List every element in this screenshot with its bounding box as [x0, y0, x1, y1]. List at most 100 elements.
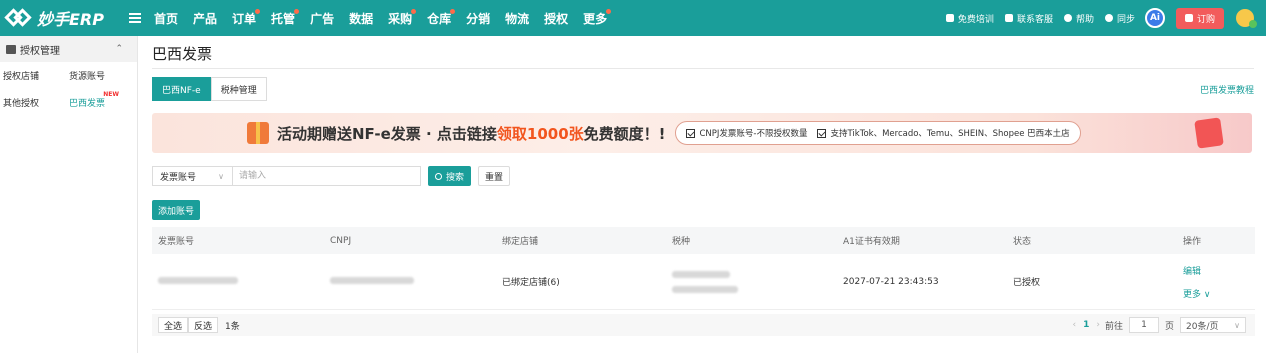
- nav-item[interactable]: 产品: [193, 10, 217, 27]
- nav-item-label: 首页: [154, 11, 179, 26]
- training-icon: [945, 14, 954, 22]
- search-field-select[interactable]: 发票账号 ∨: [152, 166, 232, 186]
- sidebar-item[interactable]: 授权店铺: [0, 69, 69, 82]
- more-dropdown[interactable]: 更多 ∨: [1183, 287, 1210, 300]
- user-avatar[interactable]: [1236, 9, 1257, 28]
- promo-banner[interactable]: 活动期赠送NF-e发票 · 点击链接领取1000张免费额度！! CNPJ发票账号…: [152, 113, 1252, 153]
- next-page-icon[interactable]: ›: [1096, 320, 1100, 330]
- page-title: 巴西发票: [152, 45, 213, 63]
- add-account-button[interactable]: 添加账号: [152, 200, 201, 220]
- sidebar-section-title: 授权管理: [20, 45, 60, 57]
- goto-label: 前往: [1104, 321, 1123, 332]
- goto-page-input[interactable]: 1: [1128, 317, 1159, 333]
- nav-item-label: 广告: [310, 11, 335, 26]
- nav-item-label: 仓库: [427, 11, 452, 26]
- invert-selection-button[interactable]: 反选: [188, 317, 219, 333]
- nav-item[interactable]: 广告: [310, 10, 334, 27]
- sync-label: 同步: [1116, 14, 1135, 25]
- notification-dot: [294, 8, 300, 14]
- nav-item[interactable]: 采购: [388, 8, 417, 27]
- new-badge: NEW: [103, 91, 120, 98]
- cell-bound-shops[interactable]: 已绑定店铺(6): [502, 275, 560, 288]
- edit-link[interactable]: 编辑: [1183, 264, 1210, 277]
- sidebar-item[interactable]: 货源账号: [69, 69, 105, 82]
- nav-item[interactable]: 仓库: [427, 8, 456, 27]
- sidebar-item[interactable]: 其他授权: [0, 96, 69, 109]
- sidebar-section-header[interactable]: 授权管理 ⌃: [0, 36, 137, 62]
- nav-item-label: 更多: [583, 11, 608, 26]
- nav-item-label: 产品: [193, 11, 218, 26]
- record-count: 1条: [225, 321, 240, 332]
- select-all-button[interactable]: 全选: [158, 317, 189, 333]
- top-right-tools: 免费培训 联系客服 帮助 同步 Ai 订购: [935, 0, 1257, 36]
- check-icon: [686, 128, 696, 138]
- support-label: 联系客服: [1016, 14, 1053, 25]
- notification-dot: [411, 8, 417, 14]
- sidebar-item[interactable]: 巴西发票 NEW: [69, 91, 119, 109]
- column-header: CNPJ: [330, 235, 352, 246]
- table-footer: 全选 反选 1条 ‹ 1 › 前往 1 页 20条/页 ∨: [152, 314, 1255, 336]
- nav-item[interactable]: 数据: [349, 10, 373, 27]
- reset-button[interactable]: 重置: [478, 166, 511, 186]
- nav-item-label: 托管: [271, 11, 296, 26]
- bag-icon: [1184, 14, 1193, 22]
- nav-item-label: 采购: [388, 11, 413, 26]
- chevron-down-icon: ∨: [1234, 320, 1240, 330]
- top-navbar: 妙手ERP 首页 产品 订单 托管 广告 数据 采购 仓库 分销 物流 授权 更多 免费培训 联系客服…: [0, 0, 1266, 36]
- nav-item-label: 授权: [544, 11, 569, 26]
- tab[interactable]: 巴西NF-e: [152, 77, 211, 101]
- nav-item[interactable]: 更多: [583, 8, 612, 27]
- search-button[interactable]: 搜索: [428, 166, 472, 186]
- nav-item[interactable]: 托管: [271, 8, 300, 27]
- nav-item[interactable]: 首页: [154, 10, 178, 27]
- column-header: 操作: [1183, 237, 1202, 247]
- page-unit-label: 页: [1164, 321, 1174, 332]
- logo-icon: [4, 7, 33, 29]
- chevron-down-icon: ∨: [1203, 289, 1211, 300]
- chevron-up-icon: ⌃: [115, 44, 123, 54]
- support-link[interactable]: 联系客服: [1004, 12, 1053, 25]
- column-header: 绑定店铺: [502, 237, 539, 247]
- tutorial-link[interactable]: 巴西发票教程: [1200, 83, 1254, 96]
- cell-actions: 编辑 更多 ∨: [1183, 264, 1210, 300]
- nav-item-label: 分销: [466, 11, 491, 26]
- tab-bar: 巴西NF-e 税种管理: [152, 77, 267, 101]
- sidebar-item-label: 货源账号: [69, 72, 106, 82]
- main-content: 巴西发票 巴西NF-e 税种管理 巴西发票教程 活动期赠送NF-e发票 · 点击链…: [138, 36, 1266, 353]
- free-training-link[interactable]: 免费培训: [945, 12, 994, 25]
- cell-invoice-account: [158, 276, 238, 287]
- banner-check-1: CNPJ发票账号-不限授权数量: [699, 129, 808, 139]
- help-label: 帮助: [1075, 14, 1094, 25]
- cell-cert-expiry: 2027-07-21 23:43:53: [843, 276, 939, 287]
- menu-icon[interactable]: [129, 13, 141, 23]
- cell-tax-type: [672, 270, 738, 293]
- nav-item[interactable]: 订单: [232, 8, 261, 27]
- nav-item[interactable]: 物流: [505, 10, 529, 27]
- cell-status: 已授权: [1013, 278, 1041, 288]
- banner-highlight: 领取1000张: [496, 124, 584, 143]
- app-logo[interactable]: 妙手ERP: [4, 6, 120, 30]
- banner-headline: 活动期赠送NF-e发票 · 点击链接领取1000张免费额度！!: [277, 123, 665, 144]
- ai-assistant-button[interactable]: Ai: [1144, 8, 1165, 28]
- sidebar-row: 授权店铺 货源账号: [0, 62, 137, 89]
- search-input[interactable]: [232, 166, 421, 186]
- nav-item[interactable]: 分销: [466, 10, 490, 27]
- banner-features: CNPJ发票账号-不限授权数量 支持TikTok、Mercado、Temu、SH…: [675, 121, 1081, 145]
- page-number[interactable]: 1: [1083, 320, 1089, 330]
- help-link[interactable]: 帮助: [1063, 12, 1094, 25]
- tab[interactable]: 税种管理: [210, 77, 267, 101]
- pagination: ‹ 1 › 前往 1 页 20条/页 ∨: [1072, 317, 1246, 333]
- order-button[interactable]: 订购: [1175, 7, 1224, 29]
- main-nav: 首页 产品 订单 托管 广告 数据 采购 仓库 分销 物流 授权 更多: [154, 0, 622, 36]
- nav-item-label: 订单: [232, 11, 257, 26]
- prev-page-icon[interactable]: ‹: [1072, 320, 1076, 330]
- invoice-decoration-icon: [1194, 117, 1224, 149]
- nav-item[interactable]: 授权: [544, 10, 568, 27]
- chevron-down-icon: ∨: [218, 171, 224, 181]
- notification-dot: [255, 8, 261, 14]
- sync-link[interactable]: 同步: [1104, 12, 1135, 25]
- notification-dot: [606, 8, 612, 14]
- sync-icon: [1104, 14, 1113, 22]
- page-size-select[interactable]: 20条/页 ∨: [1180, 317, 1246, 333]
- invoice-table: 发票账号 CNPJ 绑定店铺 税种 A1证书有效期 状态 操作 已绑定店铺(6) 2027-…: [152, 227, 1255, 310]
